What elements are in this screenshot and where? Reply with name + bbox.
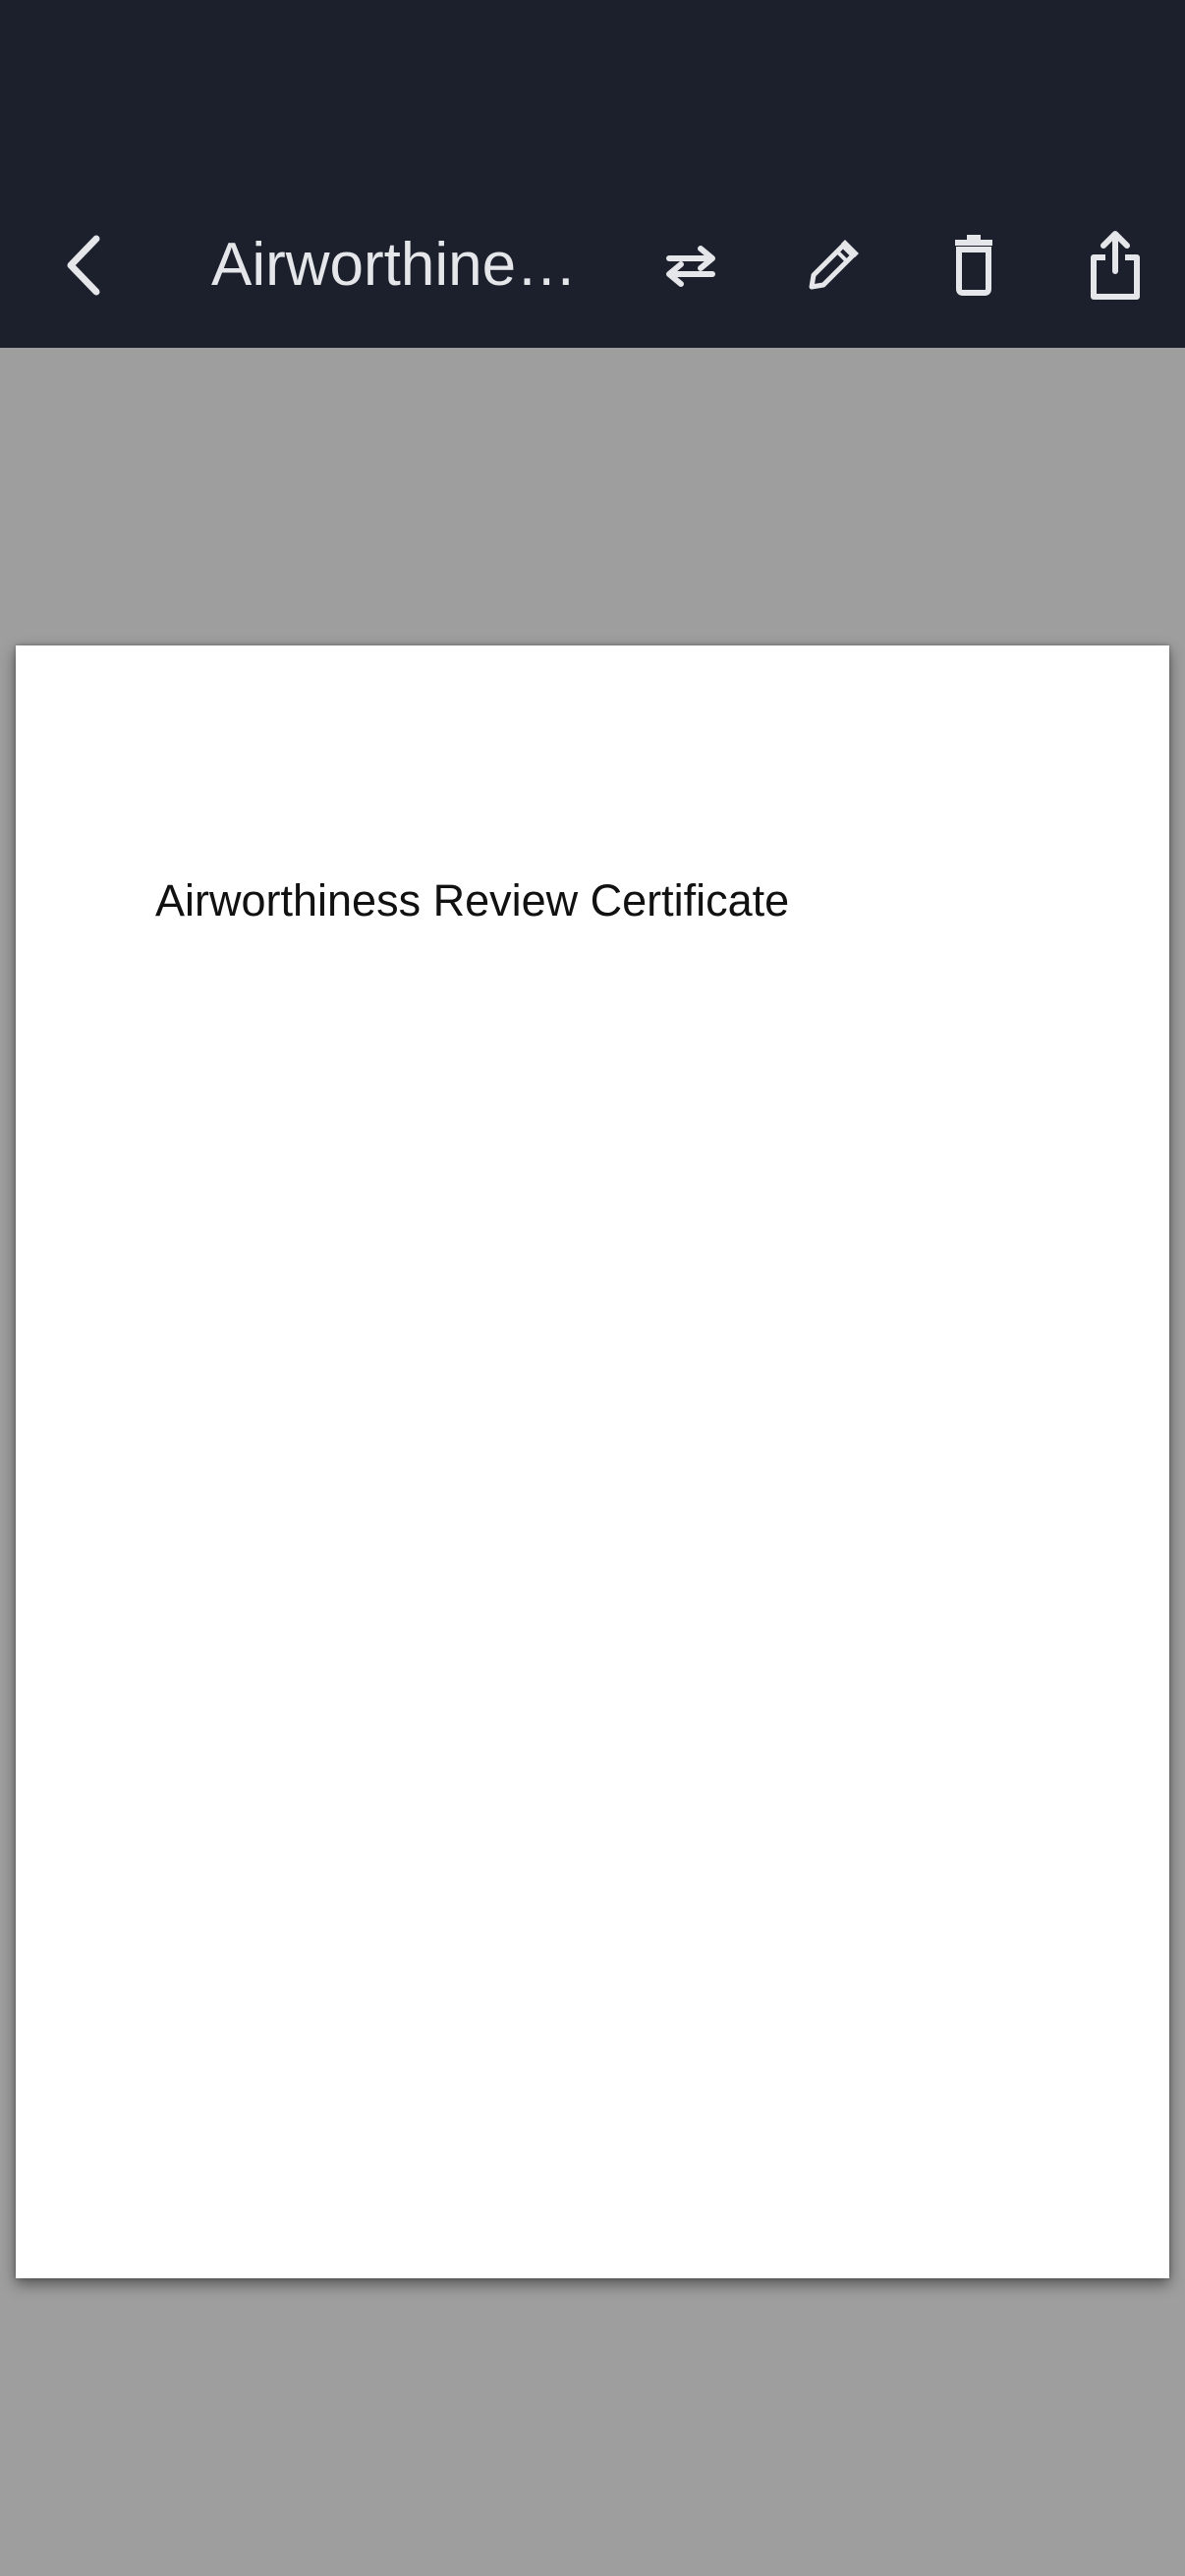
edit-button[interactable] [786,196,879,334]
toolbar: Airworthiness Review Certificate [0,196,1185,334]
app-header: Airworthiness Review Certificate [0,0,1185,348]
swap-arrows-icon [665,246,715,287]
delete-button[interactable] [927,196,1020,334]
trash-icon [954,235,992,296]
back-chevron-icon [67,235,100,296]
pencil-icon [809,240,859,290]
back-button[interactable] [39,196,128,334]
document-title: Airworthiness Review Certificate [211,231,585,299]
document-page: Airworthiness Review Certificate [16,645,1169,2278]
swap-button[interactable] [644,196,737,334]
share-icon [1090,231,1140,300]
share-button[interactable] [1068,196,1161,334]
document-heading: Airworthiness Review Certificate [155,875,790,925]
